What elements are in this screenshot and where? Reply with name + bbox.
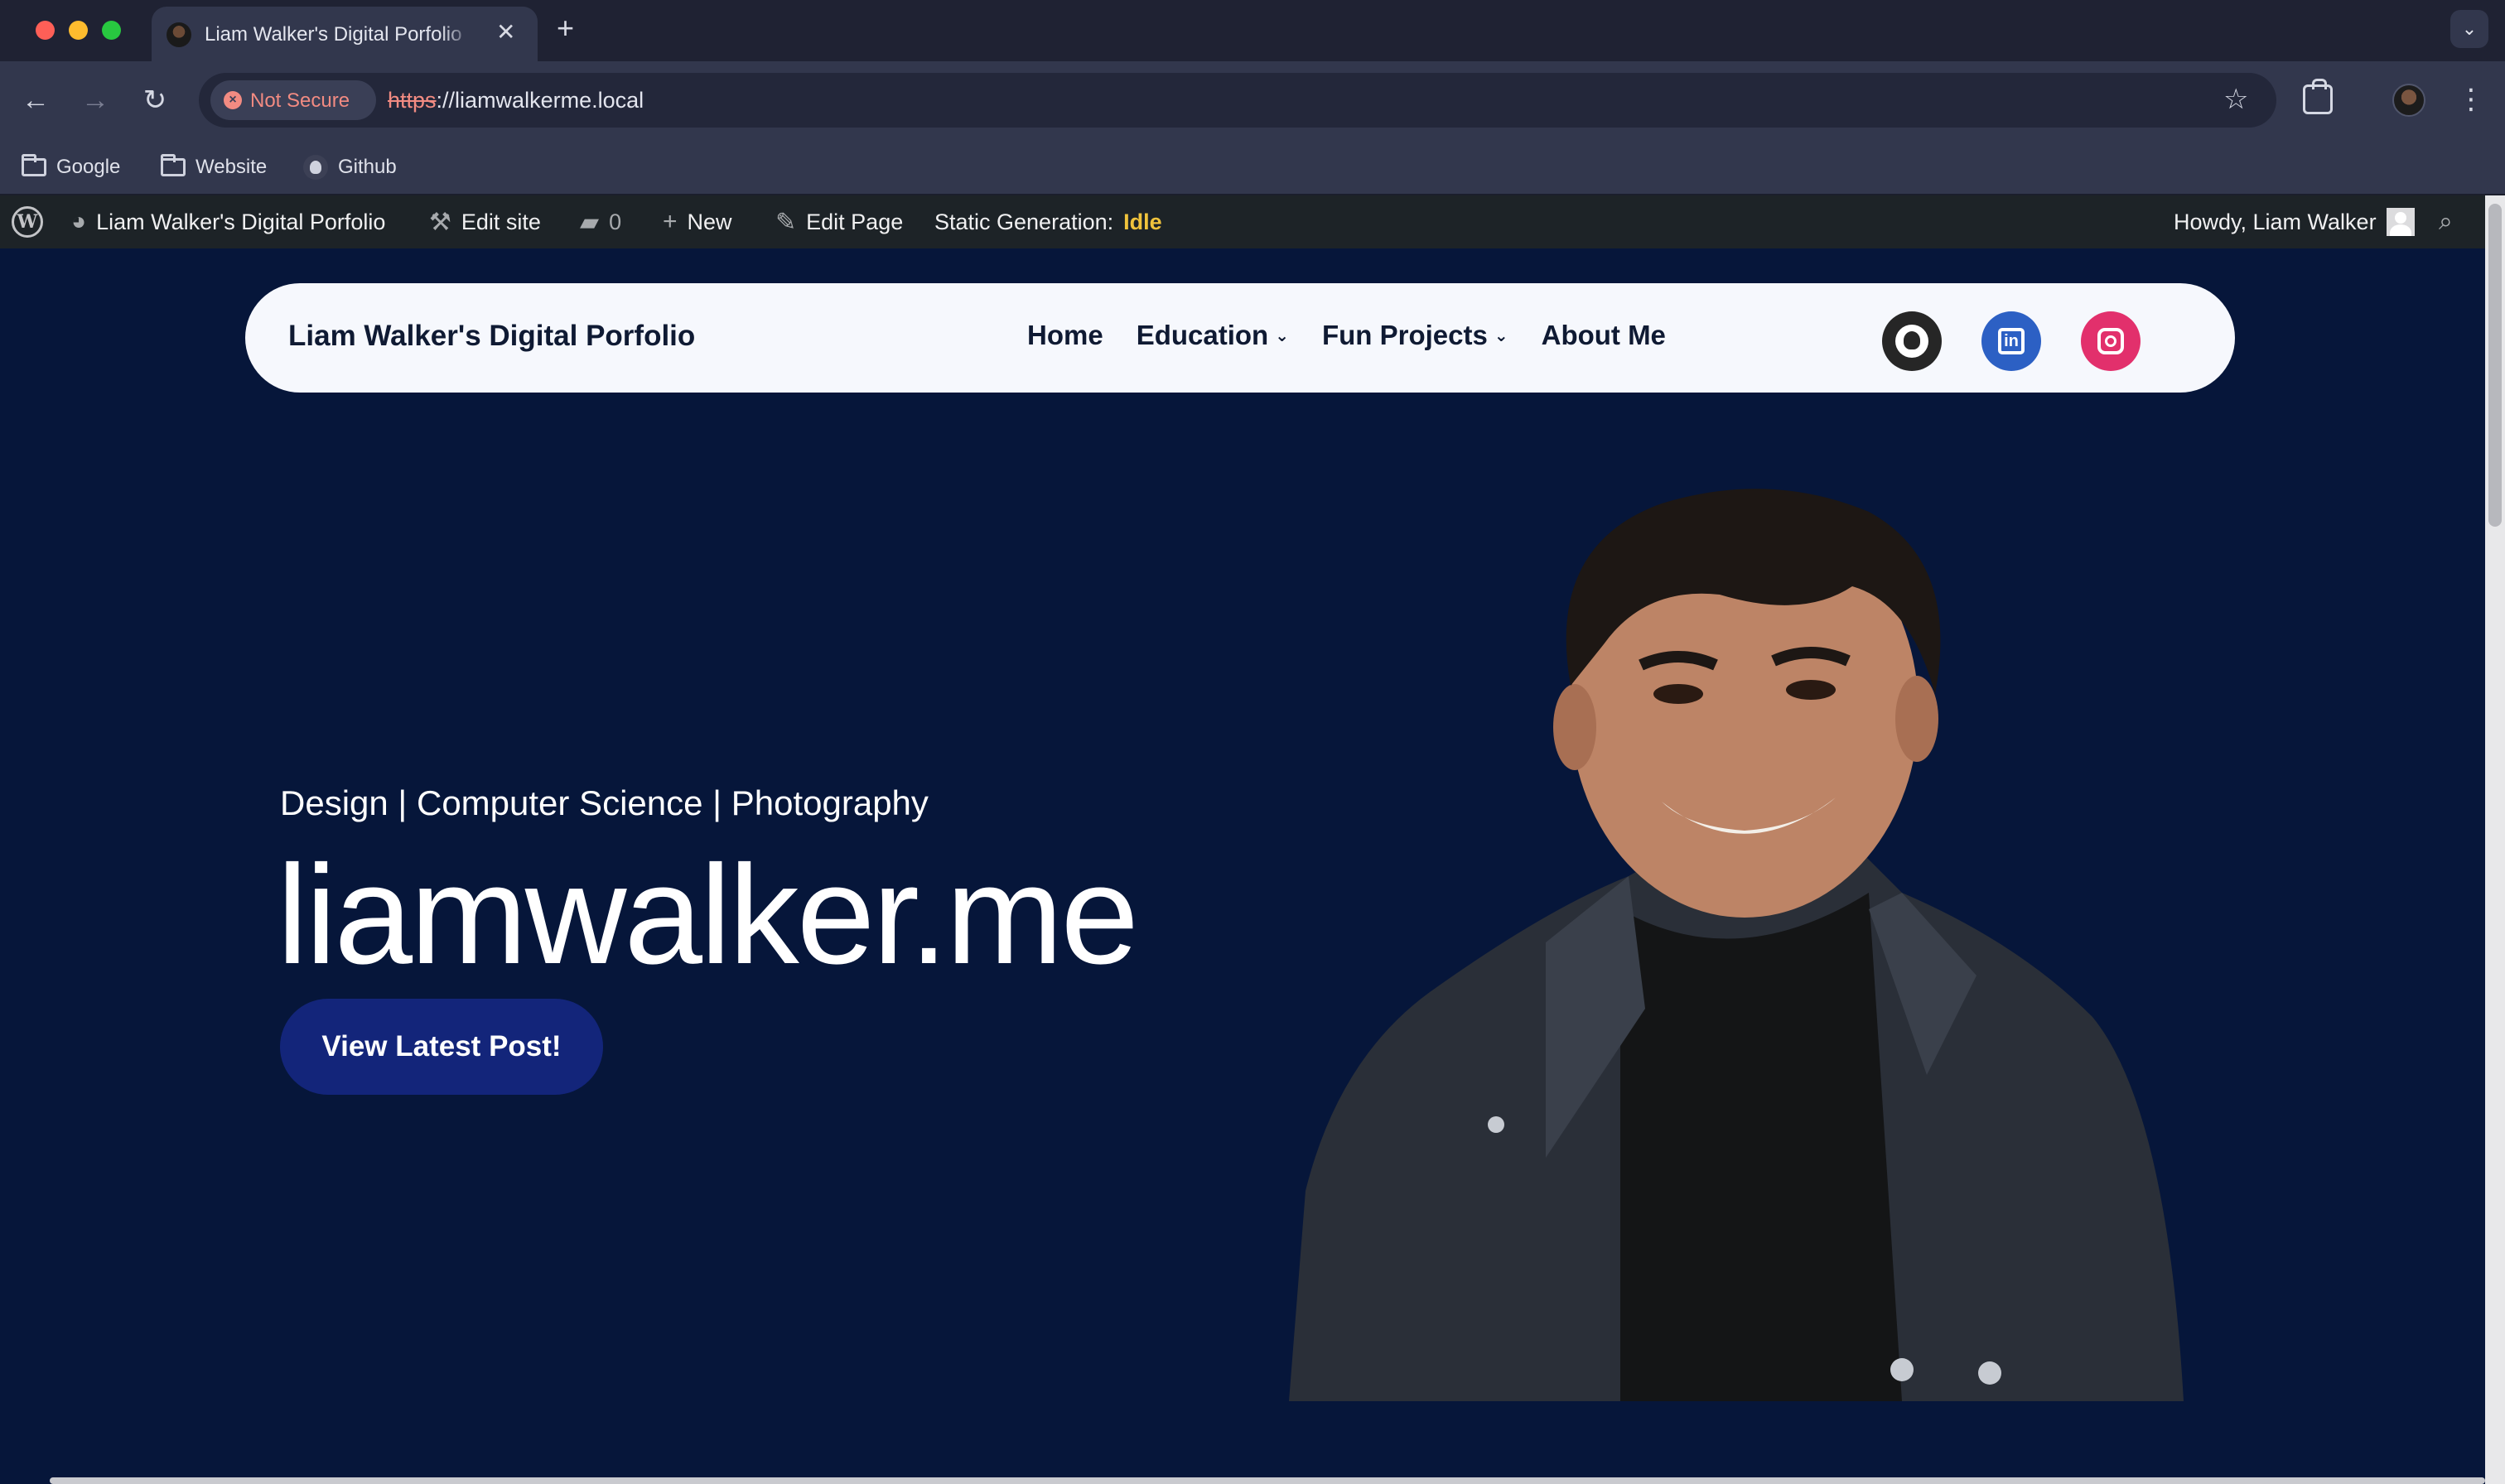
pencil-icon: ✎ <box>775 208 797 236</box>
nav-item-label: Home <box>1027 320 1103 350</box>
comments-count: 0 <box>609 209 622 234</box>
url-text[interactable]: https://liamwalkerme.local <box>388 88 644 113</box>
tab-favicon-icon <box>167 22 191 47</box>
not-secure-icon: × <box>224 91 242 109</box>
wp-logo-menu[interactable]: W <box>12 206 43 238</box>
admin-new[interactable]: + New <box>663 207 732 237</box>
nav-item-education[interactable]: Education ⌄ <box>1137 320 1289 351</box>
github-link[interactable] <box>1882 311 1942 371</box>
admin-new-label: New <box>687 209 732 234</box>
admin-site-name[interactable]: ◕ Liam Walker's Digital Porfolio <box>71 207 385 237</box>
linkedin-icon: in <box>1998 328 2025 354</box>
static-generation-label: Static Generation: <box>934 209 1114 234</box>
bookmarks-bar: Google Website Github <box>0 139 2505 195</box>
hero-tagline: Design | Computer Science | Photography <box>280 783 929 822</box>
vertical-scrollbar-thumb[interactable] <box>2488 204 2502 527</box>
new-tab-button[interactable]: + <box>557 13 574 43</box>
address-bar[interactable]: × Not Secure https://liamwalkerme.local … <box>199 73 2276 128</box>
folder-icon <box>22 154 46 176</box>
portrait-photo <box>1289 489 2184 1401</box>
nav-item-about-me[interactable]: About Me <box>1542 320 1666 351</box>
profile-avatar[interactable] <box>2392 84 2425 117</box>
back-button[interactable]: ← <box>17 81 55 119</box>
close-tab-icon[interactable]: ✕ <box>496 20 515 45</box>
site-header: Liam Walker's Digital Porfolio Home Educ… <box>245 283 2235 393</box>
chevron-down-icon: ⌄ <box>1275 326 1289 345</box>
forward-button[interactable]: → <box>76 81 114 119</box>
instagram-link[interactable] <box>2081 311 2141 371</box>
tab-title: Liam Walker's Digital Porfolio <box>205 23 474 48</box>
url-scheme: https <box>388 88 437 113</box>
chevron-down-icon: ⌄ <box>1494 326 1508 345</box>
folder-icon <box>161 154 186 176</box>
admin-edit-site[interactable]: ⚒ Edit site <box>429 207 541 237</box>
view-latest-post-button[interactable]: View Latest Post! <box>280 999 603 1095</box>
page-viewport: Liam Walker's Digital Porfolio Home Educ… <box>0 248 2485 1484</box>
wordpress-icon: W <box>12 206 43 238</box>
nav-item-label: Education <box>1136 320 1269 350</box>
portrait-shirt <box>1620 893 1902 1401</box>
browser-tab-active[interactable]: Liam Walker's Digital Porfolio ✕ <box>152 7 538 61</box>
comment-icon: ▰ <box>580 208 600 236</box>
security-chip[interactable]: × Not Secure <box>210 80 376 120</box>
howdy-label: Howdy, Liam Walker <box>2174 209 2377 234</box>
hammer-icon: ⚒ <box>429 208 451 236</box>
admin-comments[interactable]: ▰ 0 <box>580 207 621 237</box>
portrait-jacket-button <box>1488 1116 1504 1133</box>
portrait-eye-right <box>1786 680 1836 700</box>
wp-admin-bar: W ◕ Liam Walker's Digital Porfolio ⚒ Edi… <box>0 195 2485 248</box>
search-icon: ⌕ <box>2439 208 2453 235</box>
linkedin-link[interactable]: in <box>1981 311 2041 371</box>
nav-item-home[interactable]: Home <box>1027 320 1103 351</box>
admin-account[interactable]: Howdy, Liam Walker <box>2174 207 2415 237</box>
bookmark-website[interactable]: Website <box>161 151 267 184</box>
primary-navigation: Home Education ⌄ Fun Projects ⌄ About Me <box>1027 320 1666 351</box>
tab-search-button[interactable]: ⌄ <box>2450 10 2488 48</box>
static-generation-status: Idle <box>1123 209 1162 234</box>
browser-tab-strip: Liam Walker's Digital Porfolio ✕ + ⌄ <box>0 0 2505 61</box>
bookmark-google[interactable]: Google <box>22 151 120 184</box>
bookmark-star-icon[interactable]: ☆ <box>2223 83 2248 116</box>
close-window-button[interactable] <box>36 21 55 40</box>
security-label: Not Secure <box>250 89 350 112</box>
admin-search[interactable]: ⌕ <box>2439 207 2453 237</box>
bookmark-label: Website <box>195 156 268 178</box>
user-avatar <box>2386 208 2415 236</box>
url-host: ://liamwalkerme.local <box>436 88 644 113</box>
github-icon <box>303 155 328 180</box>
plus-icon: + <box>663 208 678 235</box>
reload-button[interactable]: ↻ <box>136 81 174 119</box>
horizontal-scrollbar[interactable] <box>50 1477 2485 1484</box>
instagram-icon <box>2097 328 2124 354</box>
maximize-window-button[interactable] <box>102 21 121 40</box>
nav-item-label: Fun Projects <box>1321 320 1488 350</box>
admin-static-generation[interactable]: Static Generation: Idle <box>934 207 1162 237</box>
github-icon <box>1895 325 1928 358</box>
site-title[interactable]: Liam Walker's Digital Porfolio <box>288 320 695 353</box>
portrait-eye-left <box>1653 684 1703 704</box>
browser-toolbar: ← → ↻ × Not Secure https://liamwalkerme.… <box>0 61 2505 139</box>
hero-title: liamwalker.me <box>277 836 1139 994</box>
portrait-ear-right <box>1895 676 1938 762</box>
minimize-window-button[interactable] <box>69 21 88 40</box>
bookmark-label: Google <box>56 156 121 178</box>
portrait-ear-left <box>1553 684 1596 770</box>
browser-menu-icon[interactable]: ⋮ <box>2457 78 2485 121</box>
admin-edit-page[interactable]: ✎ Edit Page <box>775 207 903 237</box>
nav-item-fun-projects[interactable]: Fun Projects ⌄ <box>1322 320 1508 351</box>
portrait-jacket-button <box>1890 1358 1914 1381</box>
nav-item-label: About Me <box>1541 320 1666 350</box>
admin-edit-page-label: Edit Page <box>806 209 904 234</box>
admin-edit-site-label: Edit site <box>461 209 541 234</box>
bookmark-label: Github <box>338 156 397 178</box>
extensions-icon[interactable] <box>2303 79 2333 114</box>
bookmark-github[interactable]: Github <box>303 151 397 184</box>
dashboard-icon: ◕ <box>71 208 87 235</box>
admin-site-name-label: Liam Walker's Digital Porfolio <box>96 209 386 234</box>
portrait-jacket-button <box>1978 1361 2001 1385</box>
